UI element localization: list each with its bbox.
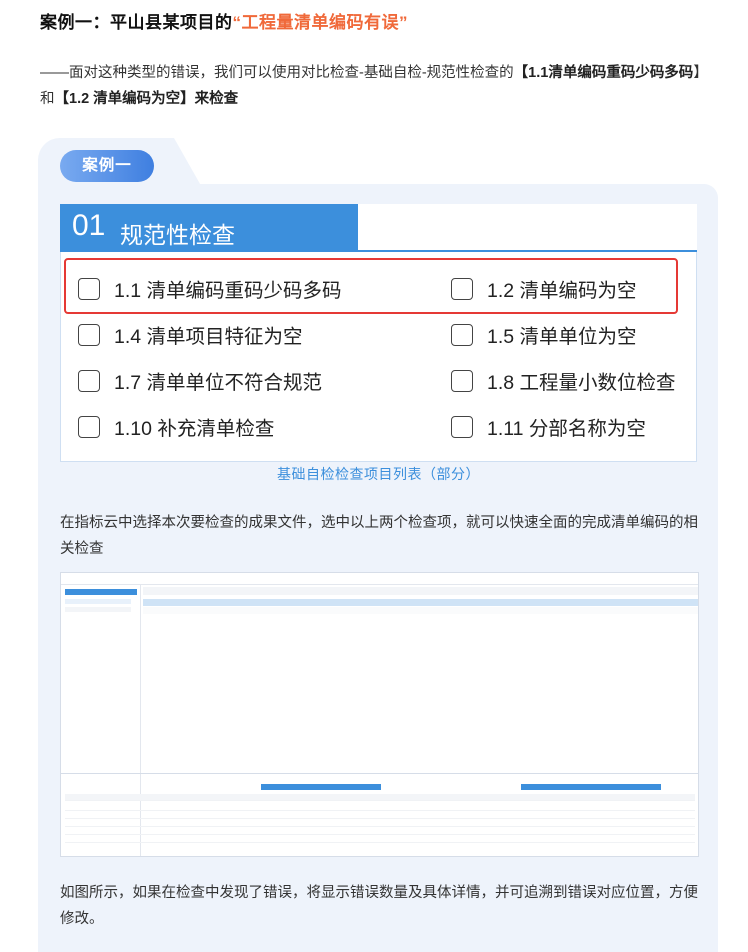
check-item-1-7[interactable]: 1.7 清单单位不符合规范 [78, 366, 322, 395]
checklist-card: 01 规范性检查 1.1 清单编码重码少码多码 1.2 清单编码为空 1.4 清… [60, 204, 697, 462]
check-item-1-5[interactable]: 1.5 清单单位为空 [451, 320, 637, 349]
card-number: 01 [72, 209, 106, 242]
case-heading: 案例一：平山县某项目的“工程量清单编码有误” [40, 8, 408, 33]
check-item-1-1[interactable]: 1.1 清单编码重码少码多码 [78, 274, 342, 303]
checkbox[interactable] [78, 369, 100, 392]
screenshot-sidebar-item [65, 607, 131, 612]
check-label: 1.8 工程量小数位检查 [487, 372, 676, 394]
description-paragraph-2: 如图所示，如果在检查中发现了错误，将显示错误数量及具体详情，并可追溯到错误对应位… [60, 885, 698, 927]
intro-bold-1: 【1.1清单编码重码少码多码 [513, 65, 694, 81]
checkbox[interactable] [451, 415, 473, 438]
checkbox[interactable] [78, 323, 100, 346]
screenshot-lower-bar [521, 784, 661, 790]
description-paragraph-1: 在指标云中选择本次要检查的成果文件，选中以上两个检查项，就可以快速全面的完成清单… [60, 515, 698, 557]
card-header: 01 规范性检查 [60, 204, 358, 252]
software-screenshot [60, 572, 699, 857]
check-item-1-8[interactable]: 1.8 工程量小数位检查 [451, 366, 676, 395]
screenshot-table-header [143, 587, 698, 595]
case-panel: 案例一 01 规范性检查 1.1 清单编码重码少码多码 1.2 清单编码为空 1… [38, 138, 718, 952]
checkbox[interactable] [78, 415, 100, 438]
check-label: 1.2 清单编码为空 [487, 280, 637, 302]
case-heading-highlight: “工程量清单编码有误” [232, 13, 408, 32]
check-item-1-4[interactable]: 1.4 清单项目特征为空 [78, 320, 303, 349]
check-label: 1.10 补充清单检查 [114, 418, 275, 440]
check-label: 1.1 清单编码重码少码多码 [114, 280, 342, 302]
screenshot-lower-row [65, 828, 695, 835]
screenshot-lower-row [65, 794, 695, 801]
screenshot-row [143, 607, 698, 614]
case-pill-label: 案例一 [60, 150, 154, 182]
card-caption: 基础自检检查项目列表（部分） [277, 466, 480, 482]
screenshot-topbar [61, 573, 698, 585]
check-item-1-10[interactable]: 1.10 补充清单检查 [78, 412, 274, 441]
checkbox[interactable] [451, 277, 473, 300]
check-label: 1.7 清单单位不符合规范 [114, 372, 323, 394]
screenshot-lower-row [65, 804, 695, 811]
intro-bold-2: 【1.2 清单编码为空】来检查 [54, 91, 239, 107]
checkbox[interactable] [451, 323, 473, 346]
checkbox[interactable] [451, 369, 473, 392]
intro-paragraph: ——面对这种类型的错误，我们可以使用对比检查-基础自检-规范性检查的【1.1清单… [40, 60, 720, 112]
check-item-1-11[interactable]: 1.11 分部名称为空 [451, 412, 646, 441]
check-label: 1.5 清单单位为空 [487, 326, 637, 348]
screenshot-lower-bar [261, 784, 381, 790]
screenshot-sidebar-active [65, 589, 137, 595]
checkbox[interactable] [78, 277, 100, 300]
screenshot-lower-row [65, 836, 695, 843]
screenshot-sidebar-item [65, 599, 131, 604]
screenshot-lower-row [65, 820, 695, 827]
card-title: 规范性检查 [120, 222, 235, 248]
screenshot-lower-row [65, 812, 695, 819]
check-item-1-2[interactable]: 1.2 清单编码为空 [451, 274, 637, 303]
intro-lead: ——面对这种类型的错误，我们可以使用对比检查-基础自检-规范性检查的 [40, 65, 514, 81]
case-heading-prefix: 案例一：平山县某项目的 [40, 13, 233, 32]
check-label: 1.11 分部名称为空 [487, 418, 646, 440]
screenshot-lower-pane [61, 773, 698, 856]
check-label: 1.4 清单项目特征为空 [114, 326, 303, 348]
screenshot-row-selected [143, 599, 698, 606]
